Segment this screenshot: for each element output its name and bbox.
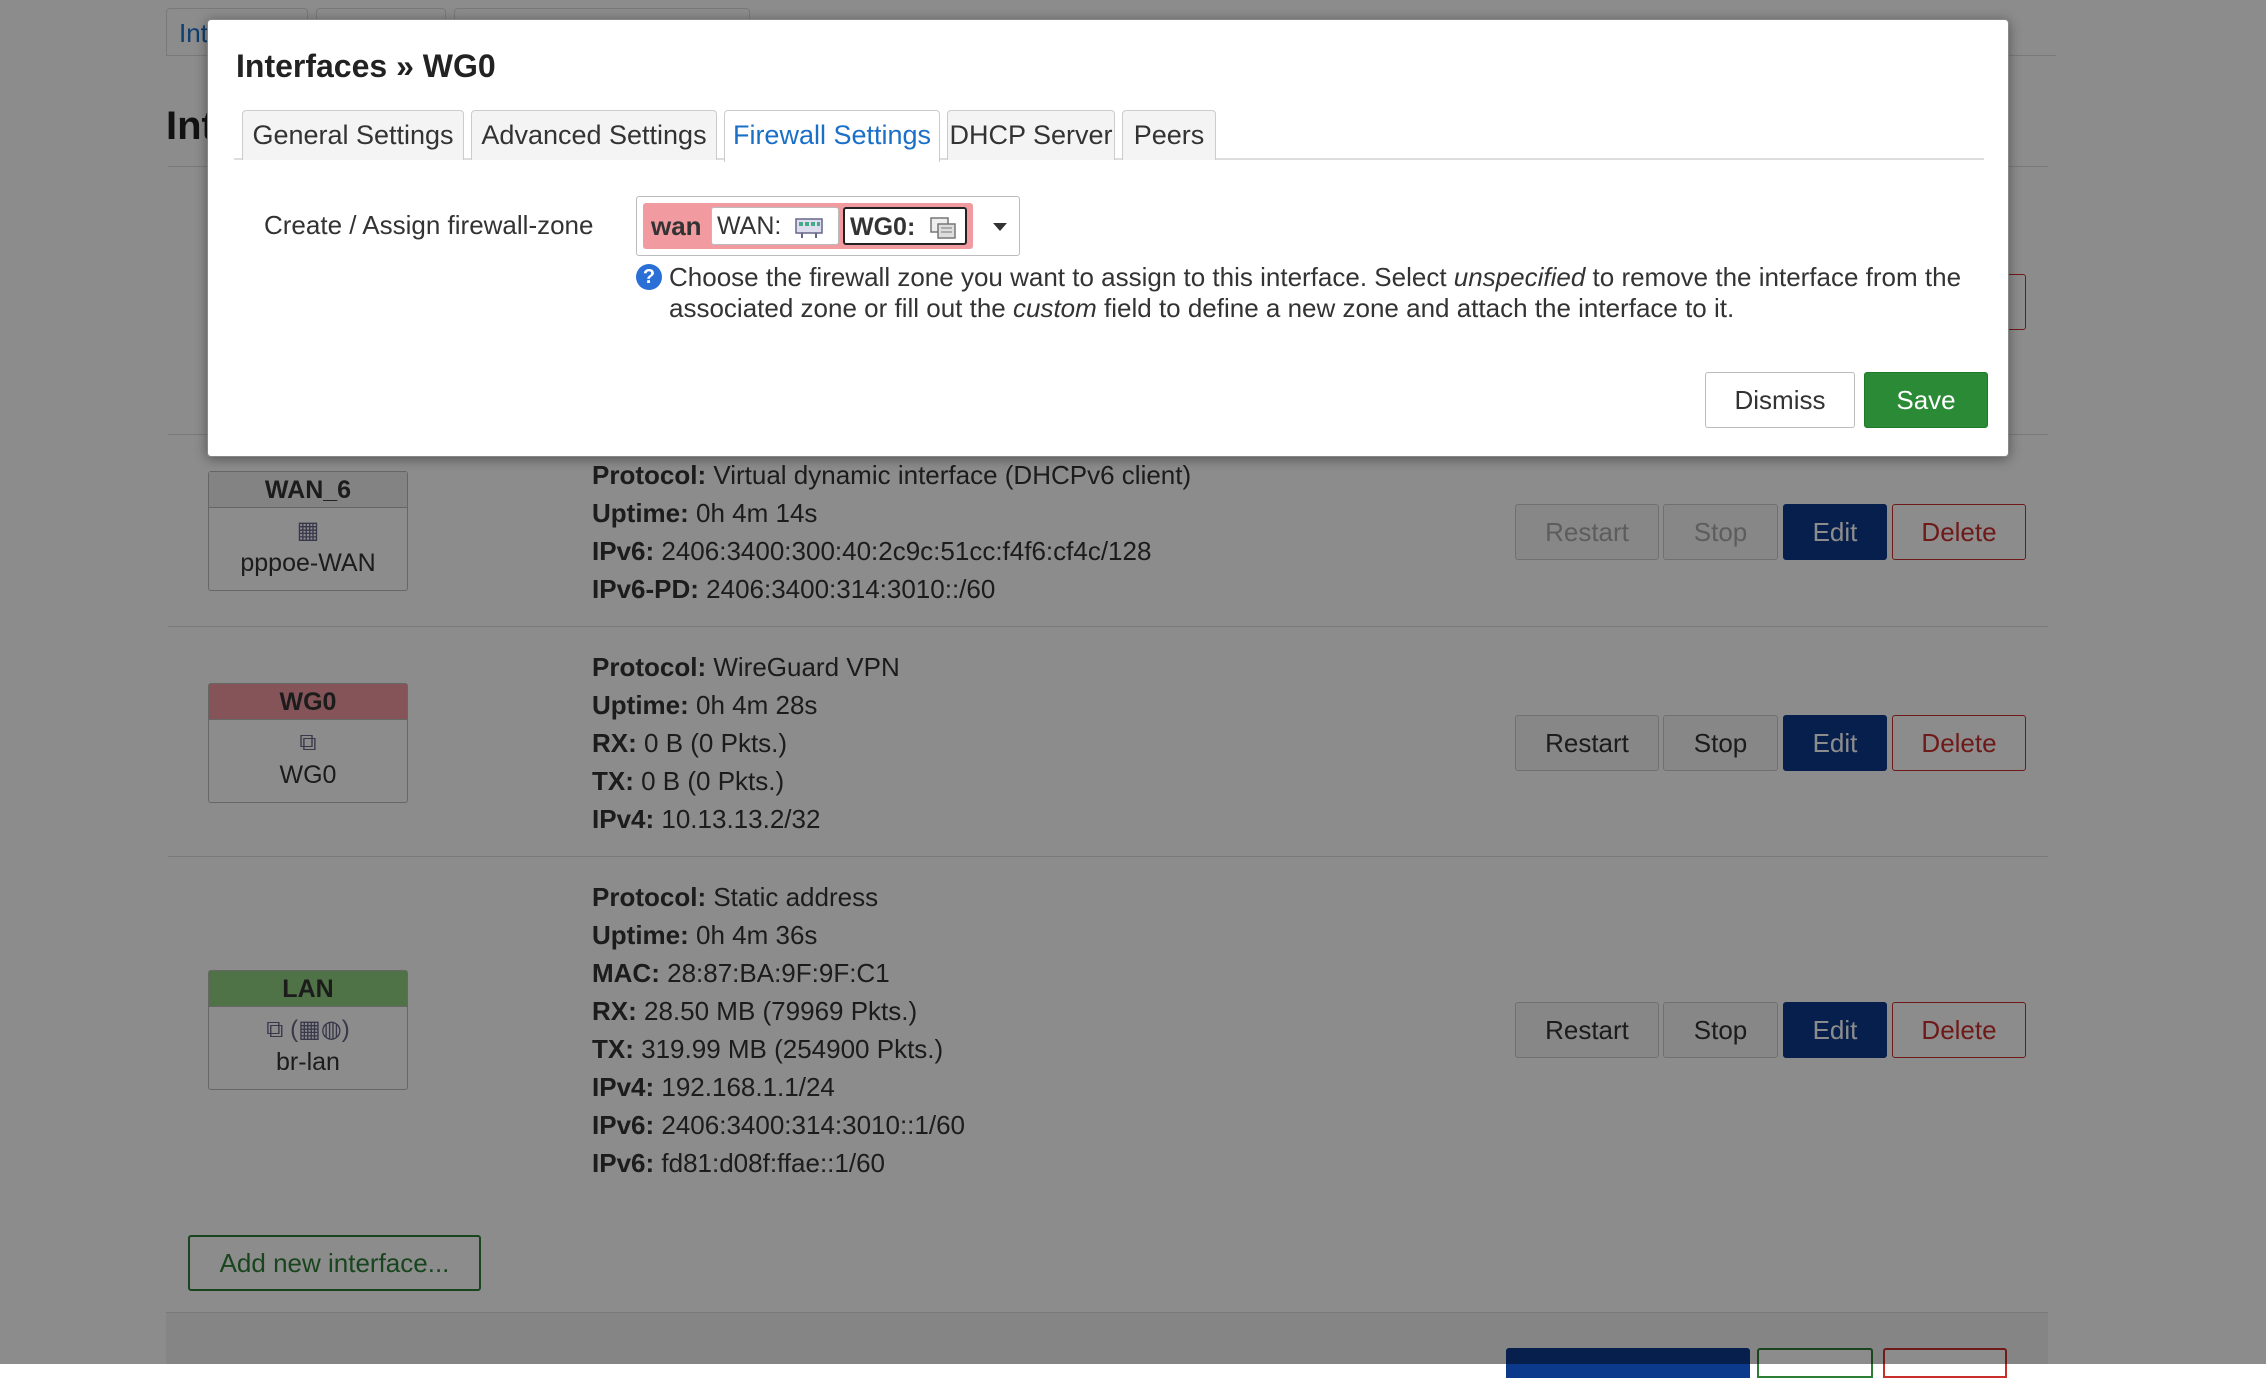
help-icon: ? <box>636 264 662 290</box>
tab-firewall-settings[interactable]: Firewall Settings <box>724 110 940 162</box>
tab-general-settings[interactable]: General Settings <box>242 110 464 160</box>
firewall-zone-help-text: Choose the firewall zone you want to ass… <box>669 262 1962 323</box>
zone-chip-wan: wan WAN: WG0: <box>643 203 973 249</box>
modal-title: Interfaces » WG0 <box>236 48 496 84</box>
modal-tab-bar: General Settings Advanced Settings Firew… <box>234 110 1984 162</box>
tab-advanced-settings[interactable]: Advanced Settings <box>471 110 717 160</box>
firewall-zone-dropdown[interactable]: wan WAN: WG0: <box>636 196 1020 256</box>
zone-name: wan <box>651 211 702 241</box>
save-button[interactable]: Save <box>1864 372 1988 428</box>
firewall-zone-label: Create / Assign firewall-zone <box>264 210 594 240</box>
chevron-down-icon <box>993 223 1007 231</box>
edit-interface-modal: Interfaces » WG0 General Settings Advanc… <box>207 19 2009 457</box>
tunnel-icon <box>930 217 956 240</box>
zone-network-wan: WAN: <box>711 207 839 245</box>
zone-network-wg0: WG0: <box>843 207 967 245</box>
dismiss-button[interactable]: Dismiss <box>1705 372 1855 428</box>
ethernet-icon <box>795 218 824 239</box>
tab-dhcp-server[interactable]: DHCP Server <box>947 110 1115 160</box>
tab-peers[interactable]: Peers <box>1122 110 1216 160</box>
